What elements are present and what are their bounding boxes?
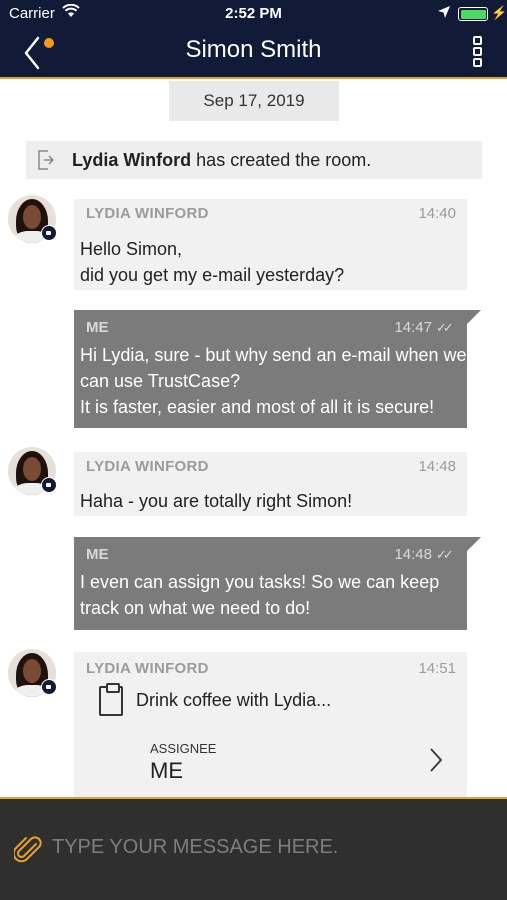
page-title: Simon Smith [185,36,322,63]
message-sender: LYDIA WINFORD [86,660,209,677]
room-created-icon [38,150,54,170]
message-text-line: It is faster, easier and most of all it … [80,397,435,417]
location-arrow-icon [438,6,450,18]
message-time: 14:48 [418,458,456,475]
assignee-label: ASSIGNEE [150,741,217,756]
read-receipt-icon: ✓✓ [436,320,454,335]
task-title: Drink coffee with Lydia... [136,690,332,710]
battery-icon [458,7,488,21]
system-message-text: has created the room. [191,150,372,170]
chevron-right-icon[interactable] [426,746,446,774]
message-sender: ME [86,319,109,336]
message-text-line: Hello Simon, [80,239,183,259]
system-message: Lydia Winford has created the room. [26,141,482,179]
paperclip-icon[interactable] [14,835,42,865]
message-composer [0,797,507,900]
message-sender: LYDIA WINFORD [86,205,209,222]
message-text-line: did you get my e-mail yesterday? [80,265,345,285]
message-sender: LYDIA WINFORD [86,458,209,475]
message-input[interactable] [52,829,492,865]
message-text-line: track on what we need to do! [80,598,311,618]
read-receipt-icon: ✓✓ [436,547,454,562]
message-time: 14:47 [394,319,432,336]
date-separator: Sep 17, 2019 [169,81,339,121]
clock-time: 2:52 PM [225,5,282,22]
status-bar: Carrier 2:52 PM ⚡ [0,0,507,28]
message-time: 14:48 [394,546,432,563]
message-time: 14:40 [418,205,456,222]
message-text-line: Haha - you are totally right Simon! [80,491,353,511]
message-time: 14:51 [418,660,456,677]
assignee-value: ME [150,758,183,783]
more-options-button[interactable] [466,36,488,70]
message-text-line: Hi Lydia, sure - but why send an e-mail … [80,345,467,365]
message-text-line: can use TrustCase? [80,371,241,391]
app-header: Carrier 2:52 PM ⚡ Simon Smith [0,0,507,79]
message-sender: ME [86,546,109,563]
secure-lock-icon [41,225,57,241]
charging-bolt-icon: ⚡ [491,5,507,20]
message-text-line: I even can assign you tasks! So we can k… [80,572,440,592]
clipboard-icon [99,683,123,716]
secure-lock-icon [41,477,57,493]
system-message-name: Lydia Winford [72,150,192,170]
secure-lock-icon [41,679,57,695]
